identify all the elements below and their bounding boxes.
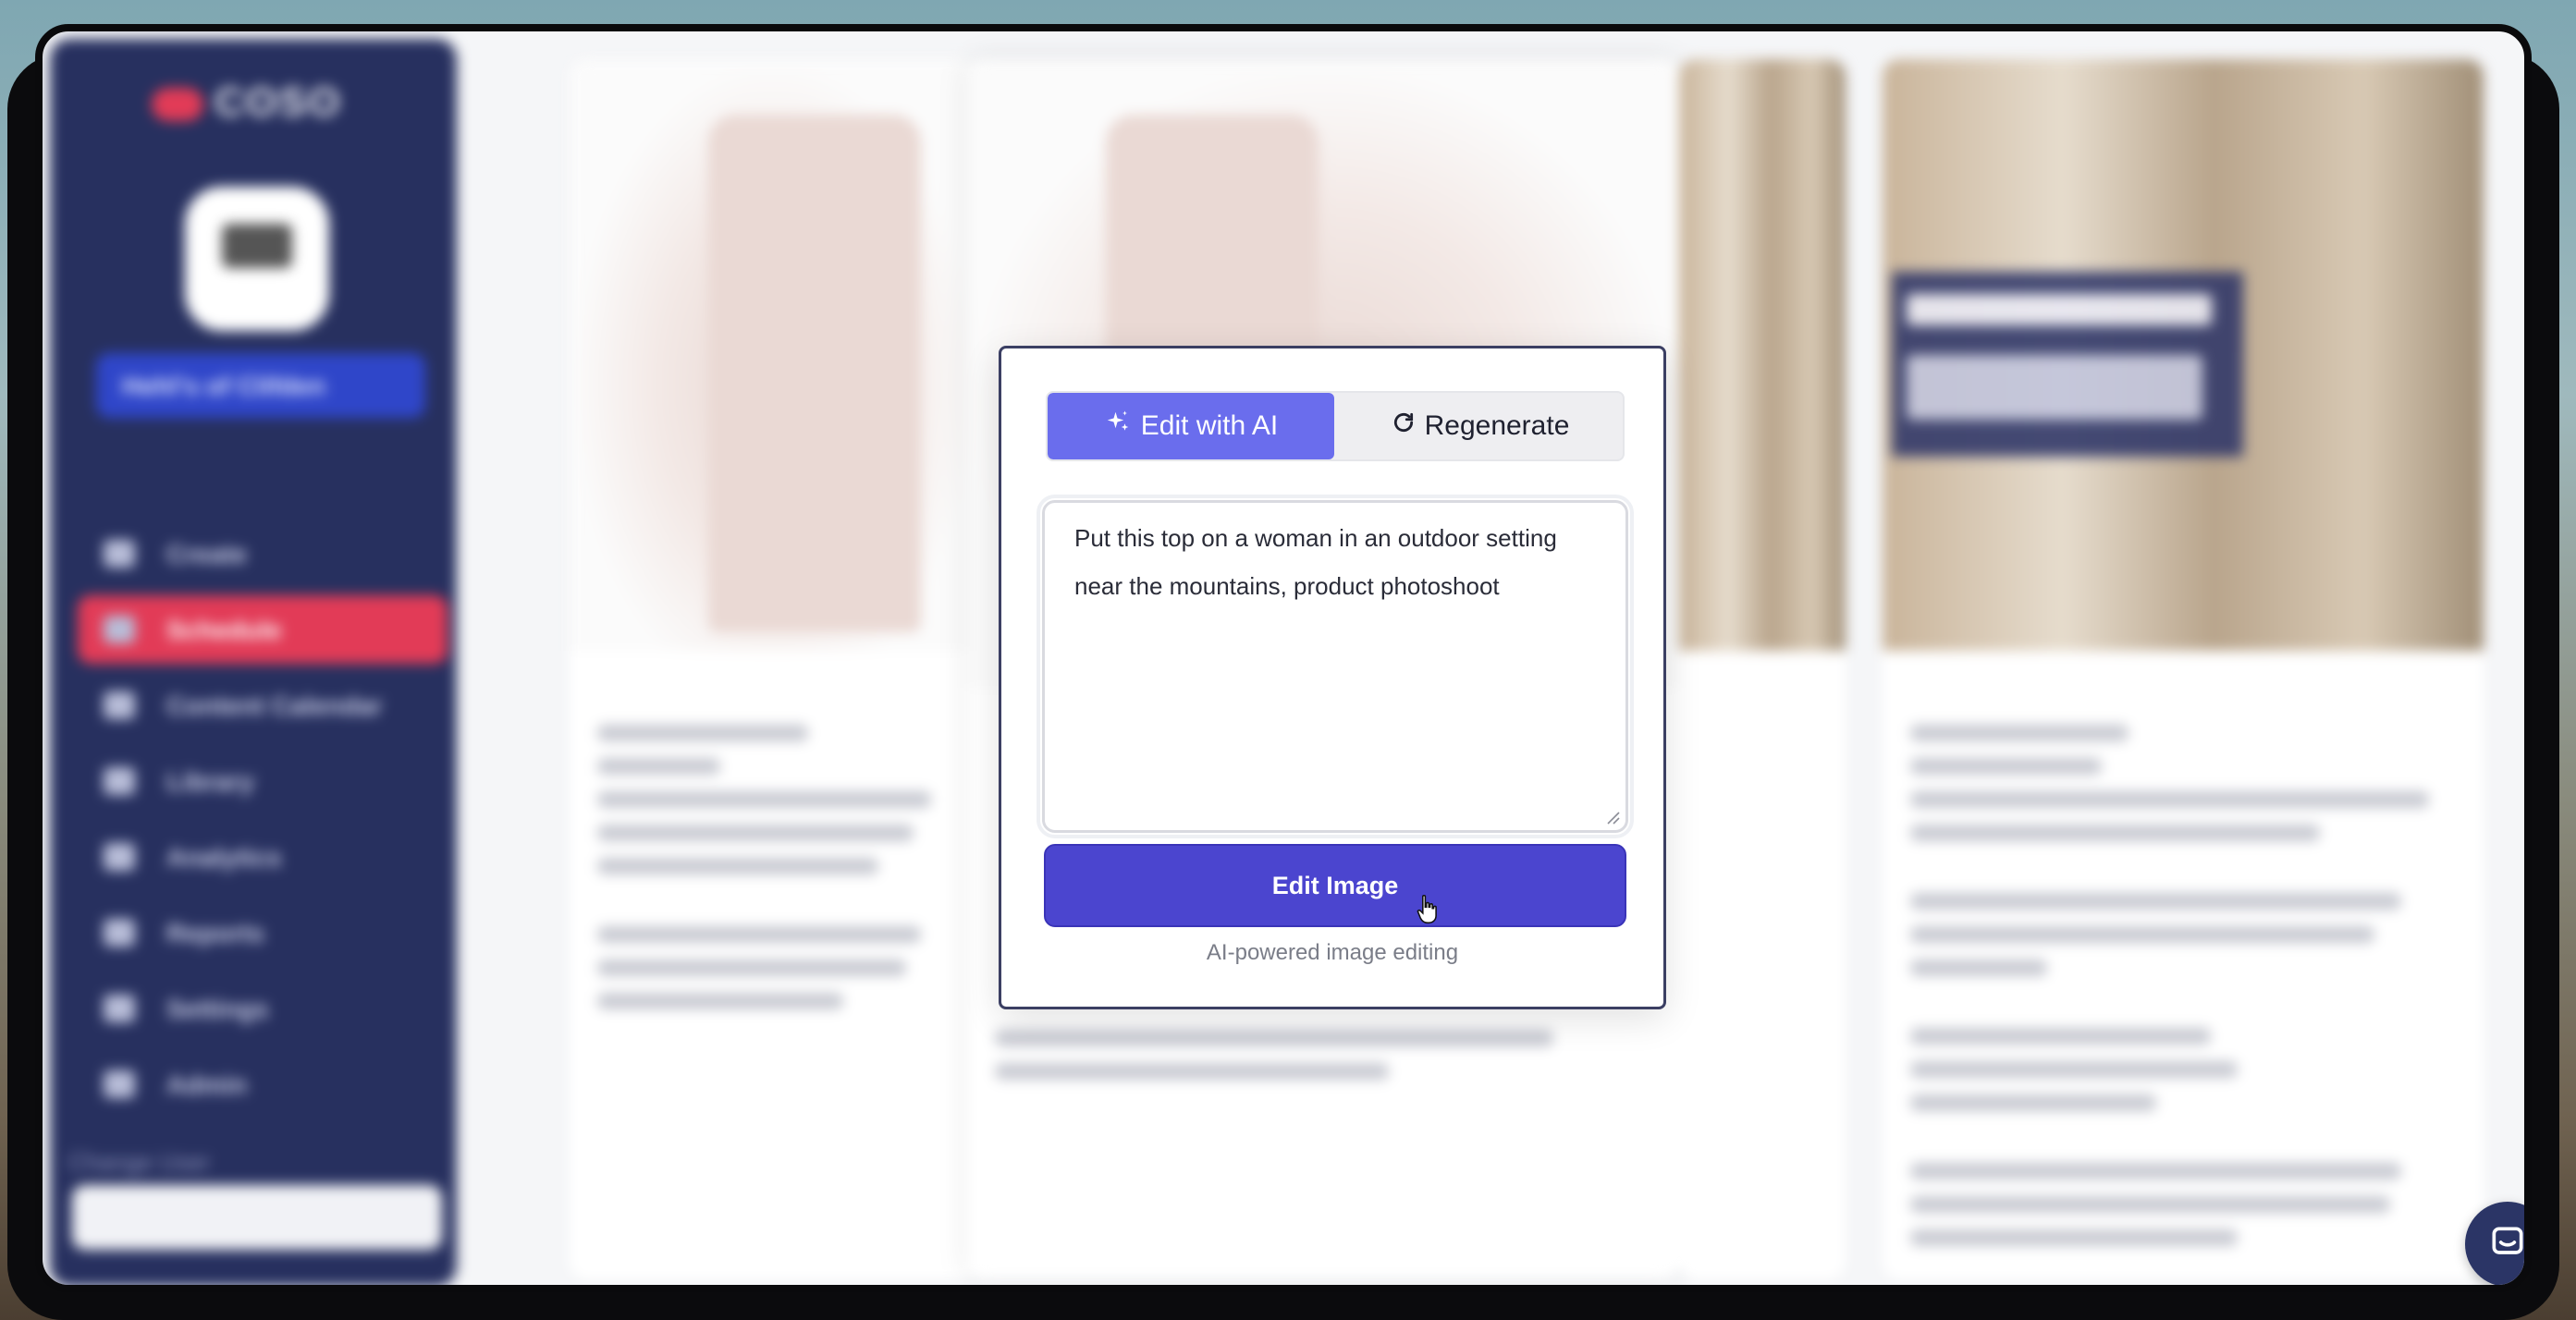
post-image [570, 59, 976, 651]
sidebar-item-analytics[interactable]: Analytics [78, 823, 448, 891]
post-banner [1892, 272, 2243, 457]
tab-regenerate[interactable]: Regenerate [1334, 393, 1623, 459]
edit-image-button[interactable]: Edit Image [1044, 844, 1626, 927]
tab-edit-with-ai[interactable]: Edit with AI [1048, 393, 1334, 459]
ai-edit-modal: Edit with AI Regenerate Edit Image [999, 346, 1666, 1009]
refresh-icon [1392, 410, 1425, 442]
post-text [1910, 725, 2456, 1263]
hand-cursor-icon [1416, 894, 1440, 932]
sidebar-item-settings[interactable]: Settings [78, 974, 448, 1043]
logo-mark-icon [152, 88, 203, 122]
tab-regenerate-label: Regenerate [1424, 410, 1570, 441]
account-avatar [185, 187, 329, 331]
mode-tabs: Edit with AI Regenerate [1046, 391, 1625, 461]
sidebar-item-schedule[interactable]: Schedule [78, 595, 448, 664]
editor-caption [995, 1030, 1651, 1096]
sparkles-icon [1104, 409, 1141, 444]
change-user-label: Change User [68, 1148, 211, 1176]
sidebar-item-create[interactable]: Create [78, 519, 448, 588]
sidebar-item-content-calendar[interactable]: Content Calendar [78, 671, 448, 739]
sidebar: COSO Hehl's of Clifden Create Schedule C… [50, 39, 457, 1285]
tab-edit-with-ai-label: Edit with AI [1140, 410, 1279, 441]
sidebar-nav: Create Schedule Content Calendar Library… [78, 519, 448, 1126]
post-card [570, 59, 976, 1279]
app-logo: COSO [152, 79, 342, 126]
post-image [1679, 59, 1846, 651]
post-image [1883, 59, 2484, 651]
sidebar-item-admin[interactable]: Admin [78, 1050, 448, 1118]
post-text [597, 725, 949, 1026]
chat-icon [2487, 1222, 2524, 1267]
edit-prompt-input[interactable] [1037, 495, 1634, 838]
sidebar-item-library[interactable]: Library [78, 747, 448, 815]
edit-image-button-label: Edit Image [1271, 871, 1399, 899]
post-card [1883, 59, 2484, 1279]
post-card [1679, 59, 1846, 1279]
account-selector[interactable]: Hehl's of Clifden [96, 353, 425, 418]
app-window: COSO Hehl's of Clifden Create Schedule C… [35, 24, 2532, 1292]
sidebar-item-reports[interactable]: Reports [78, 898, 448, 967]
modal-caption: AI-powered image editing [1206, 940, 1459, 965]
user-search-input[interactable] [72, 1185, 442, 1250]
